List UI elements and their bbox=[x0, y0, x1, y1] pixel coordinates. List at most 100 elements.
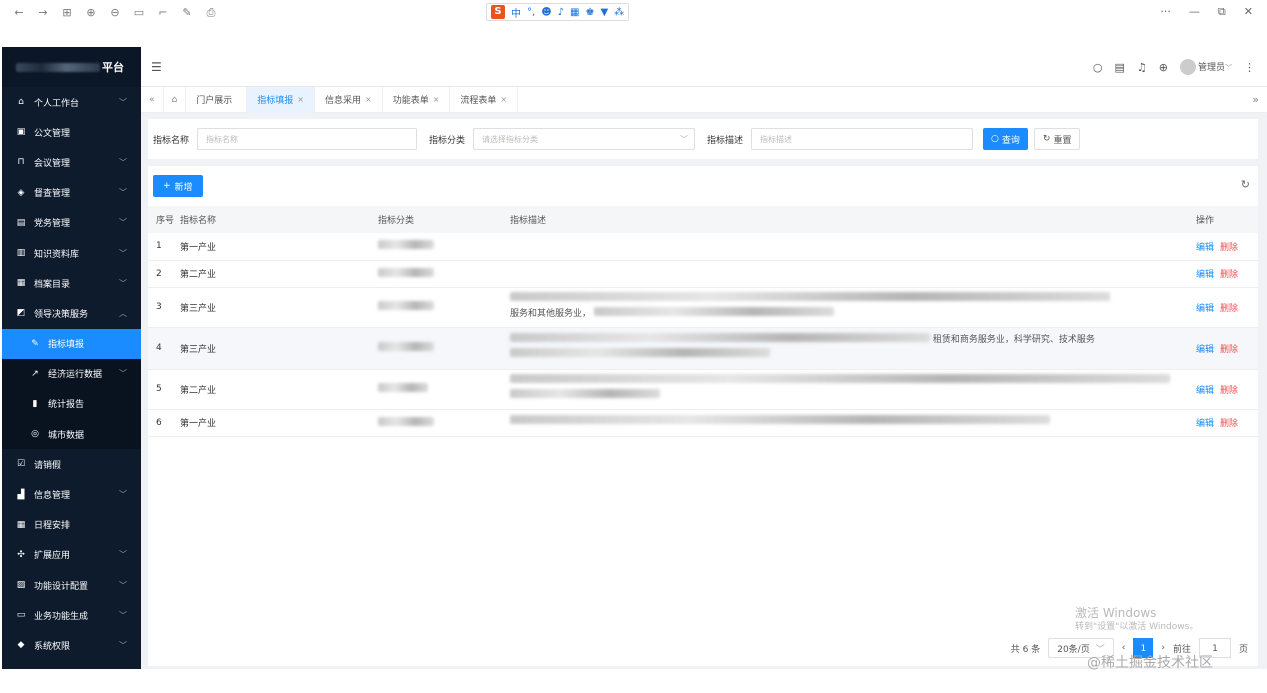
sidebar-item-6[interactable]: ▦ 档案目录 ﹀ bbox=[2, 268, 141, 298]
add-button[interactable]: + 新增 bbox=[153, 175, 203, 197]
user-menu[interactable]: 管理员﹀ bbox=[1179, 59, 1232, 75]
checklist-icon: ☑ bbox=[16, 459, 26, 470]
table-row[interactable]: 2 第二产业 编辑 删除 bbox=[148, 260, 1258, 288]
sidebar-item-11[interactable]: ◎ 城市数据 bbox=[2, 419, 141, 450]
ime-skin-icon[interactable]: ▼ bbox=[600, 7, 608, 18]
zoom-out-icon[interactable]: ⊖ bbox=[108, 6, 122, 20]
home-tab-icon[interactable]: ⌂ bbox=[164, 86, 187, 113]
refresh-icon: ↻ bbox=[1042, 134, 1051, 144]
edit-icon[interactable]: ✎ bbox=[180, 6, 194, 20]
minimize-icon[interactable]: — bbox=[1189, 5, 1200, 19]
name-input[interactable]: 指标名称 bbox=[197, 128, 418, 150]
ime-user-icon[interactable]: ♚ bbox=[585, 7, 594, 18]
table-row[interactable]: 3 第三产业 服务和其他服务业， 编辑 删除 bbox=[148, 287, 1258, 328]
sidebar-item-12[interactable]: ☑ 请销假 bbox=[2, 449, 141, 479]
delete-button[interactable]: 删除 bbox=[1220, 243, 1238, 253]
sidebar-item-17[interactable]: ▭ 业务功能生成 ﹀ bbox=[2, 600, 141, 630]
sidebar-item-15[interactable]: ✣ 扩展应用 ﹀ bbox=[2, 540, 141, 570]
row-desc bbox=[510, 409, 1196, 437]
table-row[interactable]: 1 第一产业 编辑 删除 bbox=[148, 233, 1258, 261]
refresh-icon[interactable]: ↻ bbox=[1241, 178, 1250, 191]
more-vertical-icon[interactable]: ⋮ bbox=[1244, 61, 1255, 74]
restore-icon[interactable]: ⧉ bbox=[1218, 5, 1226, 19]
tabs-scroll-left-icon[interactable]: « bbox=[141, 86, 164, 113]
sidebar-item-1[interactable]: ▣ 公文管理 bbox=[2, 117, 141, 147]
desc-input[interactable]: 指标描述 bbox=[751, 128, 974, 150]
sidebar-item-8[interactable]: ✎ 指标填报 bbox=[2, 328, 141, 359]
grid-icon[interactable]: ⊞ bbox=[60, 6, 74, 20]
sidebar-item-16[interactable]: ▨ 功能设计配置 ﹀ bbox=[2, 570, 141, 600]
tabs-scroll-right-icon[interactable]: » bbox=[1252, 93, 1259, 106]
delete-button[interactable]: 删除 bbox=[1220, 419, 1238, 429]
sidebar-item-14[interactable]: ▦ 日程安排 bbox=[2, 510, 141, 540]
save-icon[interactable]: ⎙ bbox=[204, 6, 218, 20]
back-icon[interactable]: ← bbox=[12, 6, 26, 20]
edit-button[interactable]: 编辑 bbox=[1196, 419, 1214, 429]
ime-voice-icon[interactable]: ♪ bbox=[558, 7, 564, 18]
reset-button[interactable]: ↻ 重置 bbox=[1033, 128, 1081, 150]
sidebar-item-3[interactable]: ◈ 督查管理 ﹀ bbox=[2, 178, 141, 208]
edit-button[interactable]: 编辑 bbox=[1196, 304, 1214, 314]
edit-button[interactable]: 编辑 bbox=[1196, 270, 1214, 280]
sidebar-item-9[interactable]: ↗ 经济运行数据 ﹀ bbox=[2, 358, 141, 389]
search-icon[interactable]: ○ bbox=[1093, 61, 1103, 74]
tab-1[interactable]: 指标填报 × bbox=[247, 86, 315, 113]
edit-button[interactable]: 编辑 bbox=[1196, 243, 1214, 253]
menu-toggle-icon[interactable]: ☰ bbox=[151, 60, 162, 74]
sidebar-item-label: 公文管理 bbox=[34, 128, 71, 139]
tab-0[interactable]: 门户展示 bbox=[186, 86, 248, 113]
tab-2[interactable]: 信息采用 × bbox=[315, 86, 383, 113]
table-row[interactable]: 4 第三产业 租赁和商务服务业，科学研究、技术服务 编辑 删除 bbox=[148, 327, 1258, 370]
sidebar-item-5[interactable]: ▥ 知识资料库 ﹀ bbox=[2, 238, 141, 268]
more-icon[interactable]: ··· bbox=[1160, 5, 1171, 19]
globe-icon[interactable]: ⊕ bbox=[1159, 61, 1168, 74]
tab-4[interactable]: 流程表单 × bbox=[450, 86, 519, 113]
notes-icon[interactable]: ▤ bbox=[1114, 61, 1124, 74]
bell-icon[interactable]: ♫ bbox=[1137, 61, 1147, 74]
app-logo[interactable]: 平台 bbox=[2, 47, 141, 87]
table-row[interactable]: 6 第一产业 编辑 删除 bbox=[148, 409, 1258, 437]
ime-punct-icon[interactable]: °, bbox=[527, 7, 535, 18]
chevron-icon: ﹀ bbox=[119, 278, 127, 288]
close-icon[interactable]: × bbox=[297, 95, 304, 104]
sidebar-item-0[interactable]: ⌂ 个人工作台 ﹀ bbox=[2, 87, 141, 117]
query-button[interactable]: ○ 查询 bbox=[983, 128, 1028, 150]
crop-icon[interactable]: ⌐ bbox=[156, 6, 170, 20]
edit-button[interactable]: 编辑 bbox=[1196, 345, 1214, 355]
row-name: 第一产业 bbox=[180, 233, 378, 261]
ime-lang[interactable]: 中 bbox=[511, 5, 521, 20]
delete-button[interactable]: 删除 bbox=[1220, 270, 1238, 280]
ime-tools-icon[interactable]: ⁂ bbox=[614, 7, 624, 18]
screen-icon[interactable]: ▭ bbox=[132, 6, 146, 20]
table-row[interactable]: 5 第二产业 编辑 删除 bbox=[148, 369, 1258, 410]
apps-icon: ✣ bbox=[17, 549, 25, 560]
header: ☰ ○ ▤ ♫ ⊕ 管理员﹀ ⋮ bbox=[141, 47, 1267, 87]
close-icon[interactable]: × bbox=[433, 95, 440, 104]
sidebar-item-2[interactable]: ⊓ 会议管理 ﹀ bbox=[2, 147, 141, 177]
sidebar-item-7[interactable]: ◩ 领导决策服务 ︿ bbox=[2, 298, 141, 328]
row-seq: 4 bbox=[148, 327, 180, 370]
row-desc bbox=[510, 233, 1196, 261]
ime-emoji-icon[interactable]: ☻ bbox=[541, 7, 551, 18]
delete-button[interactable]: 删除 bbox=[1220, 386, 1238, 396]
forward-icon[interactable]: → bbox=[36, 6, 50, 20]
delete-button[interactable]: 删除 bbox=[1220, 345, 1238, 355]
tab-3[interactable]: 功能表单 × bbox=[383, 86, 451, 113]
category-select[interactable]: 请选择指标分类 ﹀ bbox=[473, 128, 696, 150]
close-icon[interactable]: ✕ bbox=[1244, 5, 1253, 19]
close-icon[interactable]: × bbox=[365, 95, 372, 104]
edit-button[interactable]: 编辑 bbox=[1196, 386, 1214, 396]
sidebar-item-18[interactable]: ◆ 系统权限 ﹀ bbox=[2, 630, 141, 660]
delete-button[interactable]: 删除 bbox=[1220, 304, 1238, 314]
sidebar-item-13[interactable]: ▟ 信息管理 ﹀ bbox=[2, 479, 141, 509]
row-desc bbox=[510, 369, 1196, 410]
sidebar-item-10[interactable]: ▮ 统计报告 bbox=[2, 388, 141, 420]
sidebar-item-4[interactable]: ▤ 党务管理 ﹀ bbox=[2, 208, 141, 238]
ime-keyboard-icon[interactable]: ▦ bbox=[570, 7, 579, 18]
tab-bar: « ⌂ 门户展示 指标填报 × 信息采用 × 功能表单 × 流程表单 × » bbox=[141, 86, 1267, 113]
ime-toolbar[interactable]: S 中 °, ☻ ♪ ▦ ♚ ▼ ⁂ bbox=[486, 3, 630, 21]
zoom-in-icon[interactable]: ⊕ bbox=[84, 6, 98, 20]
document-icon: ▣ bbox=[16, 127, 26, 138]
close-icon[interactable]: × bbox=[500, 95, 507, 104]
sidebar-item-label: 领导决策服务 bbox=[34, 309, 89, 320]
